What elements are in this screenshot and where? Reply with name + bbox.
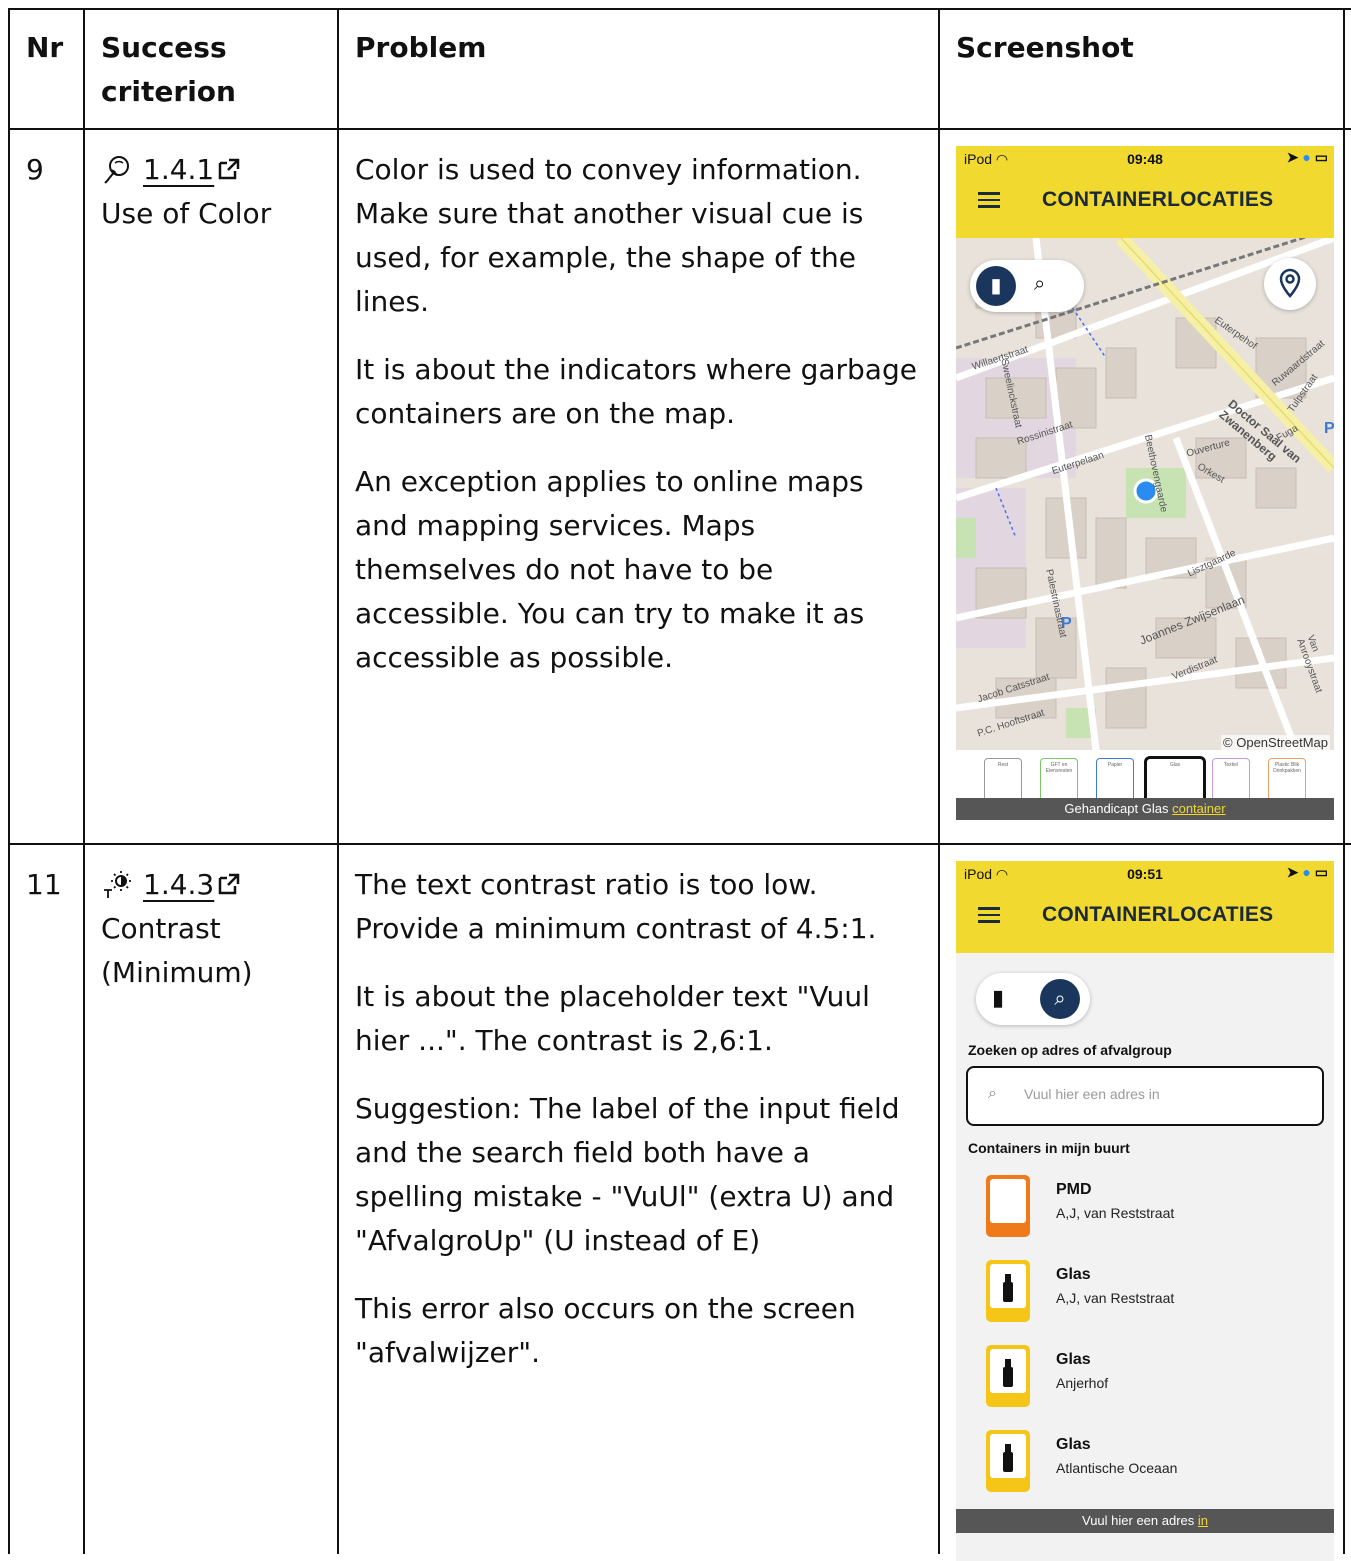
- search-input[interactable]: ⌕ Vuul hier een adres in: [966, 1066, 1324, 1126]
- sc-link-1-4-3[interactable]: 1.4.3: [143, 868, 241, 901]
- search-icon[interactable]: ⌕: [1034, 273, 1045, 296]
- problem-paragraph: Suggestion: The label of the input field…: [355, 1092, 900, 1257]
- status-time: 09:51: [1127, 866, 1163, 882]
- street-label: Verdistraat: [1170, 654, 1220, 683]
- problem-paragraph: The text contrast ratio is too low. Prov…: [355, 868, 877, 945]
- menu-icon[interactable]: [978, 907, 1000, 923]
- list-item[interactable]: Glas Anjerhof: [986, 1345, 1316, 1415]
- battery-icon: ➤ ● ▭: [1286, 864, 1328, 880]
- header-problem: Problem: [355, 31, 487, 64]
- search-label: Zoeken op adres of afvalgroup: [968, 1042, 1172, 1058]
- street-label: Rossinistraat: [1015, 419, 1075, 448]
- app-screenshot-map: iPod ◠ 09:48 ➤ ● ▭ CONTAINERLOCATIES P P…: [956, 146, 1334, 820]
- street-label: Joannes Zwijsenlaan: [1137, 592, 1247, 648]
- street-label: Jacob Catsstraat: [976, 671, 1051, 706]
- street-label: Doctor Saal van Zwanenberg: [1216, 396, 1304, 466]
- header-nr: Nr: [26, 31, 64, 64]
- menu-icon[interactable]: [978, 192, 1000, 208]
- battery-icon: ➤ ● ▭: [1286, 149, 1328, 165]
- search-icon[interactable]: ⌕: [1040, 979, 1080, 1019]
- header-success-criterion: Success criterion: [101, 31, 236, 108]
- view-toggle: ▮ ⌕: [970, 260, 1084, 312]
- app-title: CONTAINERLOCATIES: [1042, 903, 1274, 926]
- status-bar: iPod ◠ 09:48 ➤ ● ▭: [956, 146, 1334, 174]
- eye-dropper-icon: [101, 153, 133, 185]
- sc-link-1-4-1[interactable]: 1.4.1: [143, 153, 241, 186]
- search-icon: ⌕: [988, 1085, 997, 1102]
- screen-reader-caption: Gehandicapt Glas container: [956, 798, 1334, 820]
- street-label: P.C. Hooftstraat: [976, 707, 1046, 740]
- view-toggle: ▮ ⌕: [976, 973, 1090, 1025]
- app-header: iPod ◠ 09:51 ➤ ● ▭ CONTAINERLOCATIES: [956, 861, 1334, 953]
- external-link-icon: [217, 865, 241, 895]
- map-icon[interactable]: ▮: [992, 985, 1004, 1011]
- container-type-tray: Rest GFT en Etensresten Papier Glas Text…: [956, 750, 1334, 810]
- list-heading: Containers in mijn buurt: [968, 1140, 1130, 1156]
- contrast-brightness-icon: [101, 868, 133, 900]
- map-attribution: © OpenStreetMap: [1221, 735, 1330, 750]
- street-label: Lisztgaarde: [1186, 547, 1238, 580]
- street-label: Tulpstraat: [1285, 372, 1321, 415]
- list-item[interactable]: Glas Atlantische Oceaan: [986, 1430, 1316, 1500]
- sc-name: Use of Color: [101, 197, 272, 230]
- problem-paragraph: Color is used to convey information. Mak…: [355, 153, 864, 318]
- screen-reader-caption: Vuul hier een adres in: [956, 1509, 1334, 1533]
- app-header: iPod ◠ 09:48 ➤ ● ▭ CONTAINERLOCATIES: [956, 146, 1334, 238]
- list-item[interactable]: PMD A,J, van Reststraat: [986, 1175, 1316, 1245]
- problem-paragraph: It is about the indicators where garbage…: [355, 353, 917, 430]
- criterion-cell: 1.4.1 Use of Color: [101, 148, 331, 236]
- list-item[interactable]: Glas A,J, van Reststraat: [986, 1260, 1316, 1330]
- glass-bin-icon: [986, 1430, 1030, 1492]
- street-label: Palestrinastraat: [1043, 568, 1069, 639]
- map-icon[interactable]: ▮: [976, 266, 1016, 306]
- app-screenshot-search: iPod ◠ 09:51 ➤ ● ▭ CONTAINERLOCATIES ▮ ⌕…: [956, 861, 1334, 1561]
- external-link-icon: [217, 150, 241, 180]
- header-screenshot: Screenshot: [956, 31, 1134, 64]
- problem-cell: Color is used to convey information. Mak…: [355, 148, 925, 704]
- pmd-bin-icon: [986, 1175, 1030, 1237]
- problem-paragraph: An exception applies to online maps and …: [355, 465, 865, 674]
- street-label: Van Anrooystraat: [1294, 633, 1325, 695]
- sc-name: Contrast (Minimum): [101, 912, 253, 989]
- street-label: Euterpehof: [1212, 314, 1259, 353]
- street-label: Beethovengaarde: [1141, 433, 1170, 514]
- row-nr: 9: [26, 153, 44, 186]
- street-label: Ouverture: [1185, 437, 1232, 460]
- problem-paragraph: It is about the placeholder text "Vuul h…: [355, 980, 870, 1057]
- glass-bin-icon: [986, 1260, 1030, 1322]
- search-placeholder: Vuul hier een adres in: [1024, 1086, 1160, 1102]
- criterion-cell: 1.4.3 Contrast (Minimum): [101, 863, 331, 995]
- location-pin-icon: [1279, 268, 1301, 298]
- glass-bin-icon: [986, 1345, 1030, 1407]
- street-label: Orkest: [1195, 461, 1227, 486]
- location-pin-button[interactable]: [1264, 258, 1316, 310]
- problem-cell: The text contrast ratio is too low. Prov…: [355, 863, 925, 1399]
- street-label: Euterpelaan: [1050, 449, 1106, 478]
- status-time: 09:48: [1127, 151, 1163, 167]
- map-view[interactable]: P P Euterpelaan Doctor Saal van Zwanenbe…: [956, 238, 1334, 750]
- status-bar: iPod ◠ 09:51 ➤ ● ▭: [956, 861, 1334, 889]
- street-label: Sweelinckstraat: [998, 358, 1024, 429]
- row-nr: 11: [26, 868, 62, 901]
- app-title: CONTAINERLOCATIES: [1042, 188, 1274, 211]
- problem-paragraph: This error also occurs on the screen "af…: [355, 1292, 856, 1369]
- street-labels: Euterpelaan Doctor Saal van Zwanenberg R…: [956, 238, 1334, 750]
